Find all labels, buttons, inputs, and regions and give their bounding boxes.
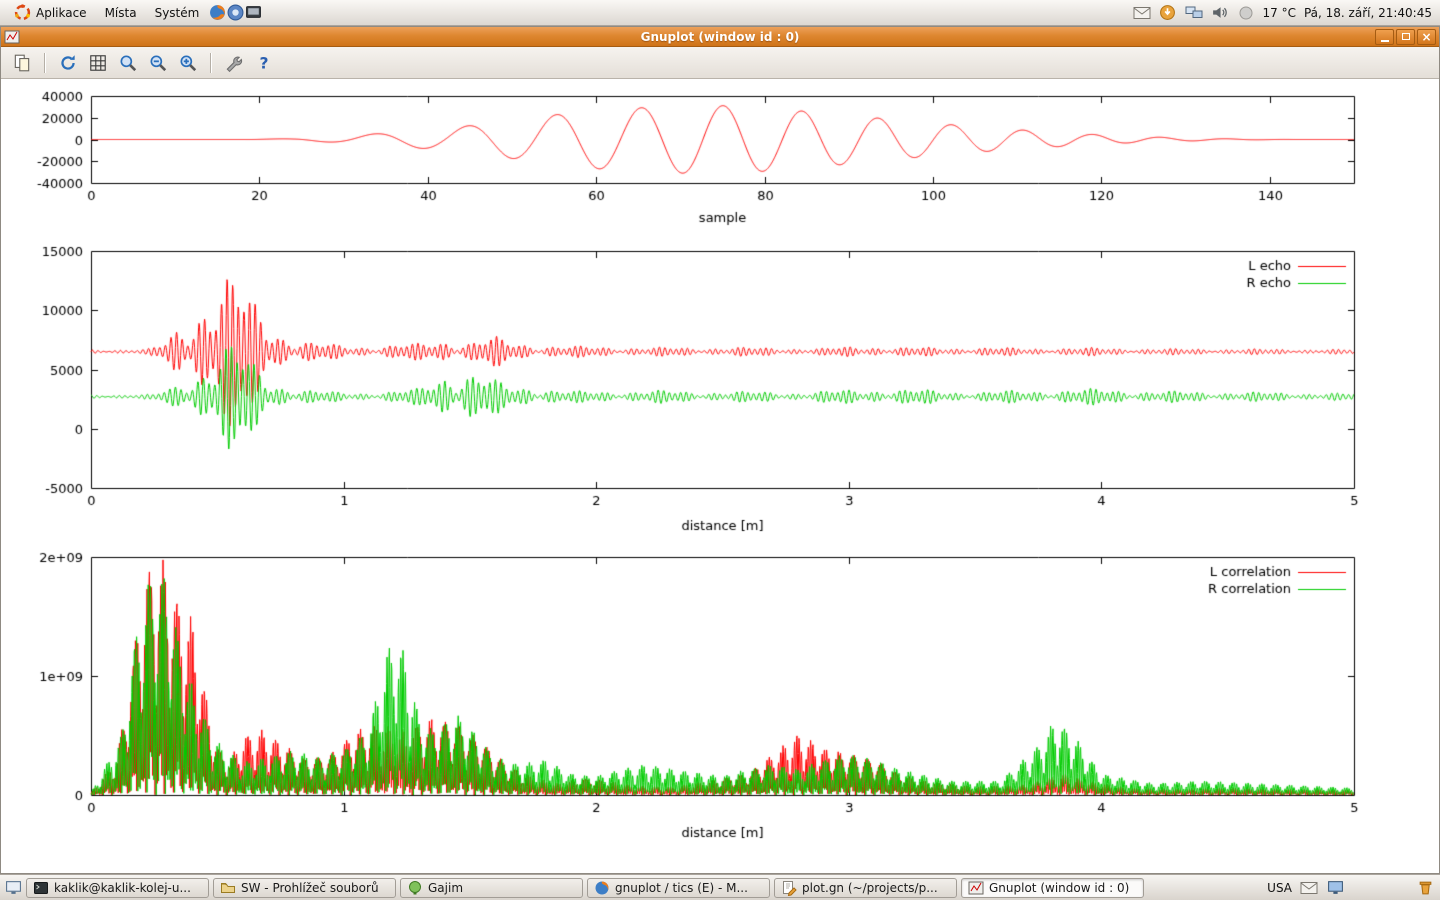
keyboard-layout-indicator[interactable]: USA: [1267, 881, 1292, 895]
taskbar-item-editor[interactable]: plot.gn (~/projects/p...: [774, 878, 957, 898]
taskbar: kaklik@kaklik-kolej-u... SW - Prohlížeč …: [0, 874, 1440, 900]
menu-label-applications: Aplikace: [36, 6, 87, 20]
gnuplot-window-icon: [4, 29, 20, 45]
ubuntu-logo-icon: [13, 4, 31, 22]
menu-label-places: Místa: [105, 6, 137, 20]
top-panel: Aplikace Místa Systém: [0, 0, 1440, 26]
menu-places[interactable]: Místa: [96, 0, 146, 25]
taskbar-item-label: Gnuplot (window id : 0): [989, 881, 1129, 895]
window-controls: ×: [1375, 29, 1436, 45]
taskbar-item-label: kaklik@kaklik-kolej-u...: [54, 881, 191, 895]
menu-label-system: Systém: [155, 6, 200, 20]
trash-icon[interactable]: [1416, 879, 1434, 897]
minimize-button[interactable]: [1375, 29, 1394, 45]
taskbar-item-gnuplot[interactable]: Gnuplot (window id : 0): [961, 878, 1144, 898]
gnuplot-window: Gnuplot (window id : 0) ×: [0, 26, 1440, 874]
help-icon[interactable]: ?: [251, 50, 277, 76]
toolbar-separator: [44, 53, 46, 73]
taskbar-item-firefox[interactable]: gnuplot / tics (E) - M...: [587, 878, 770, 898]
volume-icon[interactable]: [1211, 4, 1229, 22]
file-manager-icon: [220, 880, 236, 896]
close-button[interactable]: ×: [1417, 29, 1436, 45]
firefox-icon[interactable]: [208, 4, 226, 22]
show-desktop-icon[interactable]: [4, 879, 22, 897]
taskbar-item-label: Gajim: [428, 881, 463, 895]
taskbar-tray: USA: [1267, 879, 1436, 897]
svg-text:?: ?: [259, 54, 268, 72]
text-editor-icon: [781, 880, 797, 896]
gajim-icon: [407, 880, 423, 896]
maximize-icon: [1402, 33, 1410, 40]
gnuplot-icon: [968, 880, 984, 896]
firefox-icon: [594, 880, 610, 896]
toolbar-separator: [210, 53, 212, 73]
close-icon: ×: [1421, 32, 1431, 42]
window-toolbar: ?: [1, 47, 1439, 79]
terminal-icon: [33, 880, 49, 896]
weather-icon: [1237, 4, 1255, 22]
display-icon[interactable]: [1326, 879, 1344, 897]
clock[interactable]: Pá, 18. září, 21:40:45: [1304, 6, 1432, 20]
plot-area: [1, 79, 1439, 873]
window-titlebar[interactable]: Gnuplot (window id : 0) ×: [1, 27, 1439, 47]
temperature-label: 17 °C: [1263, 6, 1296, 20]
refresh-icon[interactable]: [55, 50, 81, 76]
mail-icon[interactable]: [1300, 879, 1318, 897]
taskbar-item-file-manager[interactable]: SW - Prohlížeč souborů: [213, 878, 396, 898]
menu-system[interactable]: Systém: [146, 0, 209, 25]
maximize-button[interactable]: [1396, 29, 1415, 45]
copy-icon[interactable]: [9, 50, 35, 76]
screenshot-icon[interactable]: [244, 4, 262, 22]
taskbar-item-gajim[interactable]: Gajim: [400, 878, 583, 898]
zoom-icon[interactable]: [115, 50, 141, 76]
settings-icon[interactable]: [221, 50, 247, 76]
taskbar-item-label: gnuplot / tics (E) - M...: [615, 881, 748, 895]
taskbar-item-label: SW - Prohlížeč souborů: [241, 881, 379, 895]
panel-tray: 17 °C Pá, 18. září, 21:40:45: [1133, 4, 1437, 22]
menu-applications[interactable]: Aplikace: [4, 0, 96, 25]
gnuplot-plots-canvas: [1, 79, 1439, 873]
mail-icon[interactable]: [1133, 4, 1151, 22]
window-title: Gnuplot (window id : 0): [1, 30, 1439, 44]
updates-icon[interactable]: [1159, 4, 1177, 22]
network-icon[interactable]: [1185, 4, 1203, 22]
panel-menus: Aplikace Místa Systém: [4, 0, 262, 25]
grid-icon[interactable]: [85, 50, 111, 76]
taskbar-item-terminal[interactable]: kaklik@kaklik-kolej-u...: [26, 878, 209, 898]
minimize-icon: [1381, 40, 1389, 42]
zoom-out-icon[interactable]: [145, 50, 171, 76]
zoom-in-icon[interactable]: [175, 50, 201, 76]
taskbar-item-label: plot.gn (~/projects/p...: [802, 881, 938, 895]
help-icon[interactable]: [226, 4, 244, 22]
